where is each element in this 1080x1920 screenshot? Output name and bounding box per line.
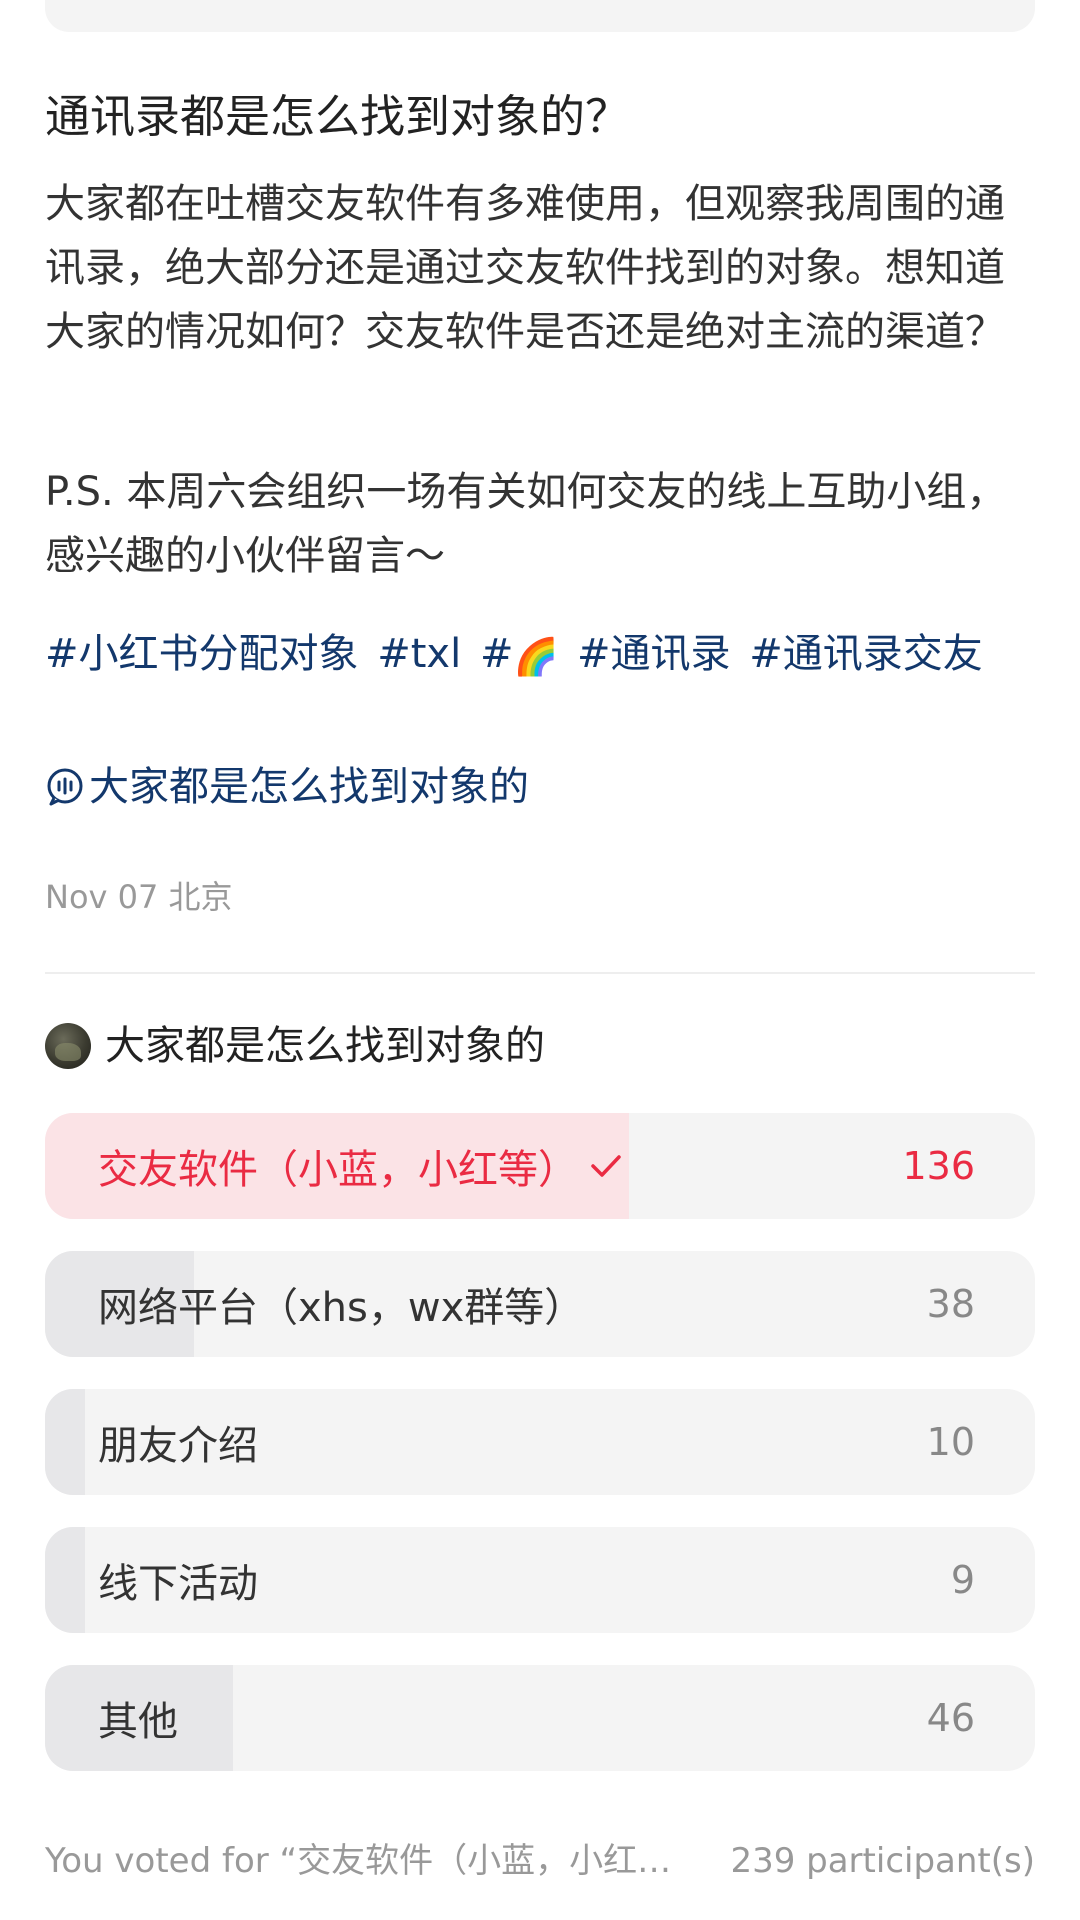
poll-options: 交友软件（小蓝，小红等） 136 网络平台（xhs，wx群等） 38 朋友介绍 … xyxy=(45,1113,1035,1803)
hashtag-xiaohongshu[interactable]: #小红书分配对象 xyxy=(45,631,359,677)
post-body-paragraph-2: P.S. 本周六会组织一场有关如何交友的线上互助小组，感兴趣的小伙伴留言～ xyxy=(45,469,1007,579)
poll-option-dating-apps[interactable]: 交友软件（小蓝，小红等） 136 xyxy=(45,1113,1035,1219)
hashtag-rainbow[interactable]: #🌈 xyxy=(480,631,558,678)
poll-option-friend-intro[interactable]: 朋友介绍 10 xyxy=(45,1389,1035,1495)
poll-option-label-wrap: 交友软件（小蓝，小红等） xyxy=(98,1113,624,1219)
poll-option-online-platforms[interactable]: 网络平台（xhs，wx群等） 38 xyxy=(45,1251,1035,1357)
poll-option-other[interactable]: 其他 46 xyxy=(45,1665,1035,1771)
hashtag-contacts[interactable]: #通讯录 xyxy=(577,631,731,677)
chat-bubble-icon xyxy=(47,768,83,806)
avatar[interactable] xyxy=(45,1023,91,1069)
poll-option-label: 交友软件（小蓝，小红等） xyxy=(98,1147,578,1193)
post-title: 通讯录都是怎么找到对象的？ xyxy=(45,90,631,143)
check-icon xyxy=(591,1155,621,1177)
poll-option-offline-events[interactable]: 线下活动 9 xyxy=(45,1527,1035,1633)
voted-for-text: You voted for “交友软件（小蓝，小红… xyxy=(45,1841,672,1881)
poll-option-label: 网络平台（xhs，wx群等） xyxy=(98,1285,585,1331)
rainbow-emoji: 🌈 xyxy=(513,637,559,678)
poll-option-count: 38 xyxy=(926,1282,975,1326)
topic-link[interactable]: 大家都是怎么找到对象的 xyxy=(45,755,529,819)
poll-option-fill xyxy=(45,1527,85,1633)
hashtag-contacts-dating[interactable]: #通讯录交友 xyxy=(749,631,983,677)
poll-option-label: 朋友介绍 xyxy=(98,1423,258,1469)
poll-option-count: 10 xyxy=(926,1420,975,1464)
poll-option-fill xyxy=(45,1389,85,1495)
poll-title: 大家都是怎么找到对象的 xyxy=(105,1023,545,1069)
poll-option-label: 其他 xyxy=(98,1699,178,1745)
poll-option-count: 9 xyxy=(950,1558,975,1602)
previous-card xyxy=(45,0,1035,32)
divider xyxy=(45,972,1035,974)
participants-count: 239 participant(s) xyxy=(730,1841,1035,1881)
poll-footer: You voted for “交友软件（小蓝，小红… 239 participa… xyxy=(45,1836,1035,1886)
hashtag-list: #小红书分配对象 #txl #🌈 #通讯录 #通讯录交友 xyxy=(45,622,1040,690)
post-meta: Nov 07 北京 xyxy=(45,872,233,922)
post-location: 北京 xyxy=(168,878,233,916)
hashtag-txl[interactable]: #txl xyxy=(377,631,461,677)
post-body-paragraph-1: 大家都在吐槽交友软件有多难使用，但观察我周围的通讯录，绝大部分还是通过交友软件找… xyxy=(45,181,1005,355)
poll-option-count: 136 xyxy=(902,1144,975,1188)
poll-header: 大家都是怎么找到对象的 xyxy=(45,1018,545,1074)
post-date: Nov 07 xyxy=(45,878,159,916)
topic-label: 大家都是怎么找到对象的 xyxy=(89,764,529,810)
poll-option-label: 线下活动 xyxy=(98,1561,258,1607)
poll-option-count: 46 xyxy=(926,1696,975,1740)
